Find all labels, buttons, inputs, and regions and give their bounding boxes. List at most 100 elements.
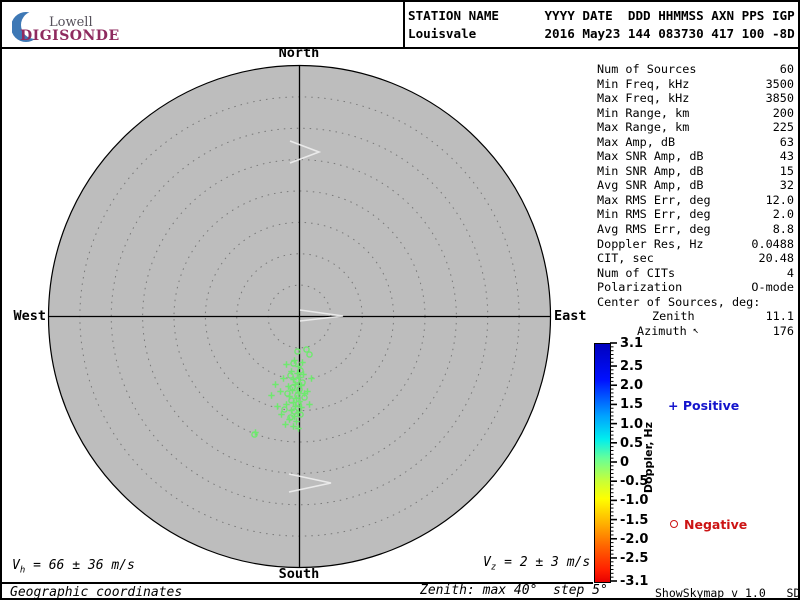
source-plus-marker	[295, 363, 301, 369]
source-plus-marker	[282, 421, 288, 427]
source-plus-marker	[290, 399, 296, 405]
source-ring-marker	[292, 409, 297, 414]
info-row: CIT, sec 20.48	[597, 251, 794, 266]
source-ring-marker	[282, 407, 287, 412]
info-label: Max Freq, kHz	[597, 91, 689, 106]
zenith-ring	[268, 285, 331, 348]
doppler-colorbar	[594, 343, 611, 583]
info-value: 60	[780, 62, 794, 77]
source-plus-marker	[272, 381, 278, 387]
zenith-ring	[80, 97, 519, 536]
colorbar-tick-label: -1.0	[620, 493, 648, 508]
info-label: Max RMS Err, deg	[597, 193, 711, 208]
info-label: Max Amp, dB	[597, 135, 675, 150]
info-row: Avg SNR Amp, dB32	[597, 178, 794, 193]
compass-south-label: South	[259, 566, 339, 582]
source-ring-marker	[307, 352, 312, 357]
source-ring-marker	[302, 395, 307, 400]
info-row: Max Amp, dB63	[597, 135, 794, 150]
source-plus-marker	[299, 359, 305, 365]
zenith-ring	[174, 191, 425, 442]
source-plus-marker	[294, 370, 300, 376]
info-label: Doppler Res, Hz	[597, 237, 704, 252]
zenith-ring	[237, 254, 363, 380]
compass-north-label: North	[259, 45, 339, 61]
header-divider	[403, 2, 405, 47]
zenith-ring	[111, 128, 488, 505]
source-ring-marker	[291, 361, 296, 366]
chevron-arrow-icon	[290, 141, 319, 163]
colorbar-tick-label: 2.0	[620, 378, 643, 393]
source-plus-marker	[298, 404, 304, 410]
info-value: 2.0	[773, 207, 794, 222]
info-row: Min Range, km 200	[597, 106, 794, 121]
info-label: Max Range, km	[597, 120, 689, 135]
info-label: Min Range, km	[597, 106, 689, 121]
source-plus-marker	[295, 409, 301, 415]
station-header-values: Louisvale 2016 May23 144 083730 417 100 …	[408, 26, 795, 41]
info-value: 3850	[766, 91, 794, 106]
colorbar-tick-label: -2.5	[620, 551, 648, 566]
info-label: CIT, sec	[597, 251, 654, 266]
info-row: Min SNR Amp, dB15	[597, 164, 794, 179]
info-row: Num of Sources 60	[597, 62, 794, 77]
info-label: Num of Sources	[597, 62, 696, 77]
colorbar-tick-label: 3.1	[620, 336, 643, 351]
vh-value: = 66 ± 36 m/s	[25, 558, 135, 573]
source-plus-marker	[304, 388, 310, 394]
source-plus-marker	[290, 376, 296, 382]
info-value: 11.1	[766, 309, 794, 324]
chevron-arrow-icon	[300, 310, 343, 321]
source-plus-marker	[288, 368, 294, 374]
source-plus-marker	[274, 403, 280, 409]
source-plus-marker	[283, 401, 289, 407]
legend-positive-label: Positive	[683, 398, 739, 413]
source-plus-marker	[300, 371, 306, 377]
source-ring-marker	[298, 412, 303, 417]
source-plus-marker	[296, 398, 302, 404]
source-plus-marker	[289, 387, 295, 393]
info-row: Zenith 11.1	[597, 309, 794, 324]
info-label: Max SNR Amp, dB	[597, 149, 704, 164]
skymap-disc	[49, 66, 551, 568]
source-plus-marker	[293, 395, 299, 401]
info-value: 176	[773, 324, 794, 339]
info-value: 20.48	[758, 251, 794, 266]
vh-var: V	[12, 558, 20, 573]
source-plus-marker	[301, 390, 307, 396]
source-ring-marker	[285, 391, 290, 396]
info-row: Min RMS Err, deg 2.0	[597, 207, 794, 222]
source-plus-marker	[308, 375, 314, 381]
info-value: 32	[780, 178, 794, 193]
logo-digisonde-text: DIGISONDE	[20, 28, 120, 44]
source-plus-marker	[306, 401, 312, 407]
colorbar-tick-label: -2.0	[620, 532, 648, 547]
source-plus-marker	[286, 393, 292, 399]
source-plus-marker	[277, 388, 283, 394]
source-plus-marker	[268, 392, 274, 398]
source-plus-marker	[293, 418, 299, 424]
info-value: 12.0	[766, 193, 794, 208]
colorbar-tick-label: -1.5	[620, 513, 648, 528]
info-label: Zenith	[597, 309, 695, 324]
colorbar-tick-label: -3.1	[620, 574, 648, 589]
info-row: PolarizationO-mode	[597, 280, 794, 295]
source-plus-marker	[296, 374, 302, 380]
info-label: Min Freq, kHz	[597, 77, 689, 92]
source-plus-marker	[285, 383, 291, 389]
info-value: 15	[780, 164, 794, 179]
info-value: 3500	[766, 77, 794, 92]
source-plus-marker	[298, 382, 304, 388]
info-label: Avg RMS Err, deg	[597, 222, 711, 237]
info-label: Min RMS Err, deg	[597, 207, 711, 222]
info-value: 200	[773, 106, 794, 121]
info-value: 225	[773, 120, 794, 135]
zenith-scale-note: Zenith: max 40° step 5°	[420, 583, 608, 598]
source-plus-marker	[295, 425, 301, 431]
azimuth-direction-icon: ↖	[687, 324, 699, 339]
scatter-points	[252, 347, 315, 437]
info-row: Center of Sources, deg:	[597, 295, 794, 310]
source-ring-marker	[298, 368, 303, 373]
info-label: Center of Sources, deg:	[597, 295, 760, 310]
info-row: Min Freq, kHz 3500	[597, 77, 794, 92]
